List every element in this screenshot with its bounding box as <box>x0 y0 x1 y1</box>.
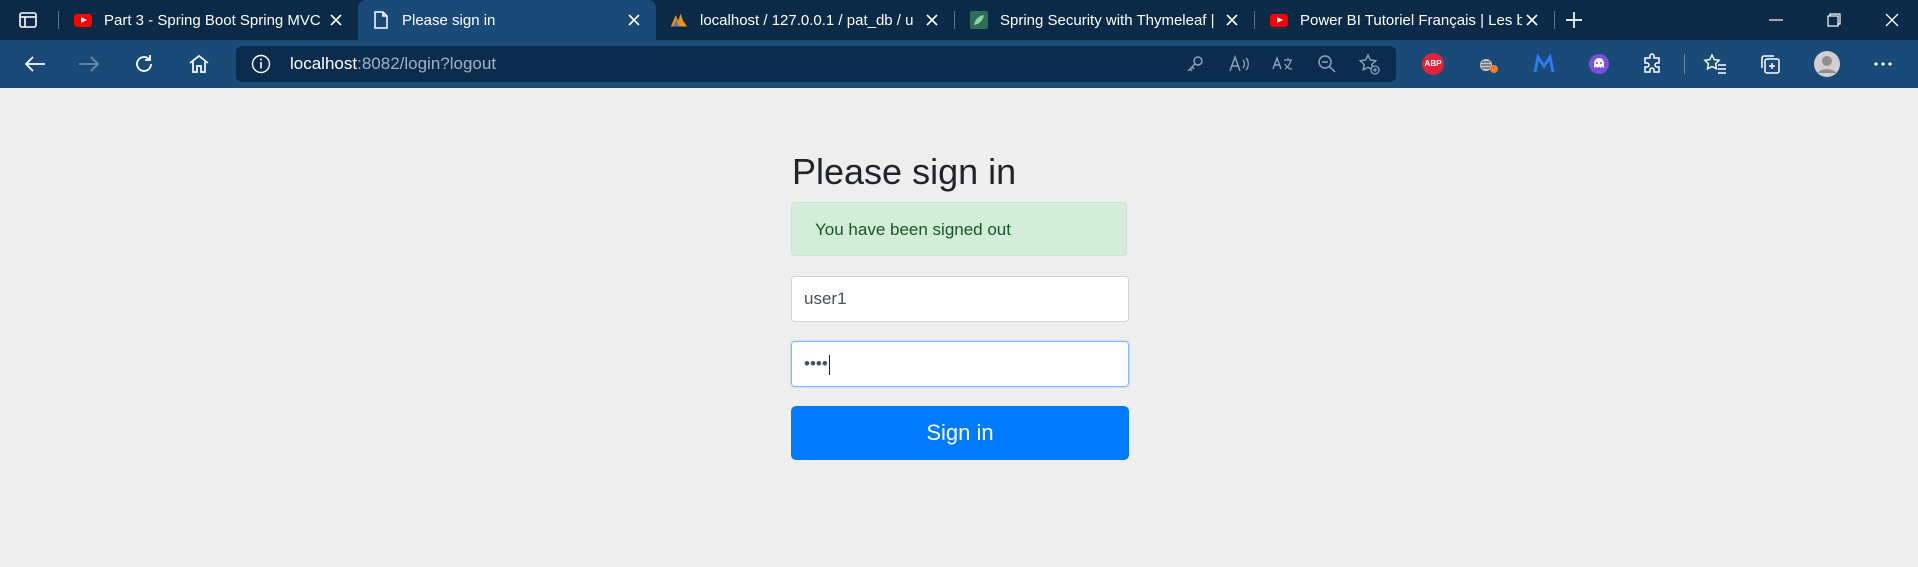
document-icon <box>372 11 390 29</box>
tab-title: Please sign in <box>402 11 496 29</box>
refresh-button[interactable] <box>129 49 159 79</box>
more-options-icon[interactable] <box>1868 49 1898 79</box>
tab-separator <box>1554 11 1555 29</box>
page-title: Please sign in <box>792 151 1017 192</box>
close-icon[interactable] <box>1522 10 1542 30</box>
tab-separator <box>1254 11 1255 29</box>
close-icon[interactable] <box>326 10 346 30</box>
collections-icon[interactable] <box>1755 49 1785 79</box>
translate-icon[interactable] <box>1270 51 1296 77</box>
tab-please-sign-in[interactable]: Please sign in <box>358 0 656 40</box>
leaf-icon <box>970 11 988 29</box>
tab-title: Power BI Tutoriel Français | Les b <box>1300 11 1522 29</box>
zoom-out-icon[interactable] <box>1314 51 1340 77</box>
tab-separator <box>954 11 955 29</box>
tab-actions-icon[interactable] <box>18 10 38 30</box>
close-icon[interactable] <box>922 10 942 30</box>
signed-out-alert: You have been signed out <box>791 202 1127 256</box>
extension-bee-icon[interactable] <box>1473 49 1503 79</box>
tab-strip: Part 3 - Spring Boot Spring MVC Please s… <box>0 0 1918 40</box>
key-icon[interactable] <box>1182 51 1208 77</box>
close-window-button[interactable] <box>1866 0 1918 40</box>
malwarebytes-icon[interactable] <box>1529 49 1559 79</box>
youtube-icon <box>74 11 92 29</box>
site-info-icon[interactable] <box>251 54 271 74</box>
adblock-plus-icon[interactable]: ABP <box>1418 49 1448 79</box>
phpmyadmin-icon <box>670 11 688 29</box>
youtube-icon <box>1270 11 1288 29</box>
tab-title: localhost / 127.0.0.1 / pat_db / u <box>700 11 914 29</box>
navigation-bar: localhost:8082/login?logout ABP <box>0 40 1918 88</box>
minimize-button[interactable] <box>1750 0 1802 40</box>
tab-part3[interactable]: Part 3 - Spring Boot Spring MVC <box>60 0 358 40</box>
tab-phpmyadmin[interactable]: localhost / 127.0.0.1 / pat_db / u <box>656 0 954 40</box>
read-aloud-icon[interactable] <box>1226 51 1252 77</box>
username-input[interactable]: user1 <box>791 276 1129 322</box>
restore-button[interactable] <box>1808 0 1860 40</box>
profile-avatar[interactable] <box>1812 49 1842 79</box>
home-button[interactable] <box>184 49 214 79</box>
extensions-icon[interactable] <box>1638 49 1668 79</box>
add-favorite-icon[interactable] <box>1356 51 1382 77</box>
adblock-plus-label: ABP <box>1422 53 1444 75</box>
url-host: localhost <box>290 54 358 73</box>
tab-power-bi[interactable]: Power BI Tutoriel Français | Les b <box>1256 0 1554 40</box>
tab-separator <box>58 11 59 29</box>
back-button[interactable] <box>20 49 50 79</box>
new-tab-icon[interactable] <box>1562 8 1586 32</box>
password-input[interactable]: •••• <box>791 341 1129 387</box>
text-caret <box>828 354 830 375</box>
address-bar[interactable]: localhost:8082/login?logout <box>236 46 1396 82</box>
toolbar-separator <box>1684 54 1685 74</box>
close-icon[interactable] <box>624 10 644 30</box>
password-mask: •••• <box>804 354 828 373</box>
favorites-icon[interactable] <box>1700 49 1730 79</box>
close-icon[interactable] <box>1222 10 1242 30</box>
tab-title: Part 3 - Spring Boot Spring MVC <box>104 11 321 29</box>
sign-in-button[interactable]: Sign in <box>791 406 1129 460</box>
forward-button[interactable] <box>74 49 104 79</box>
tab-spring-security[interactable]: Spring Security with Thymeleaf | <box>956 0 1254 40</box>
url-path: :8082/login?logout <box>357 54 497 73</box>
tab-title: Spring Security with Thymeleaf | <box>1000 11 1215 29</box>
url-text[interactable]: localhost:8082/login?logout <box>290 46 496 82</box>
extension-ghost-icon[interactable] <box>1584 49 1614 79</box>
